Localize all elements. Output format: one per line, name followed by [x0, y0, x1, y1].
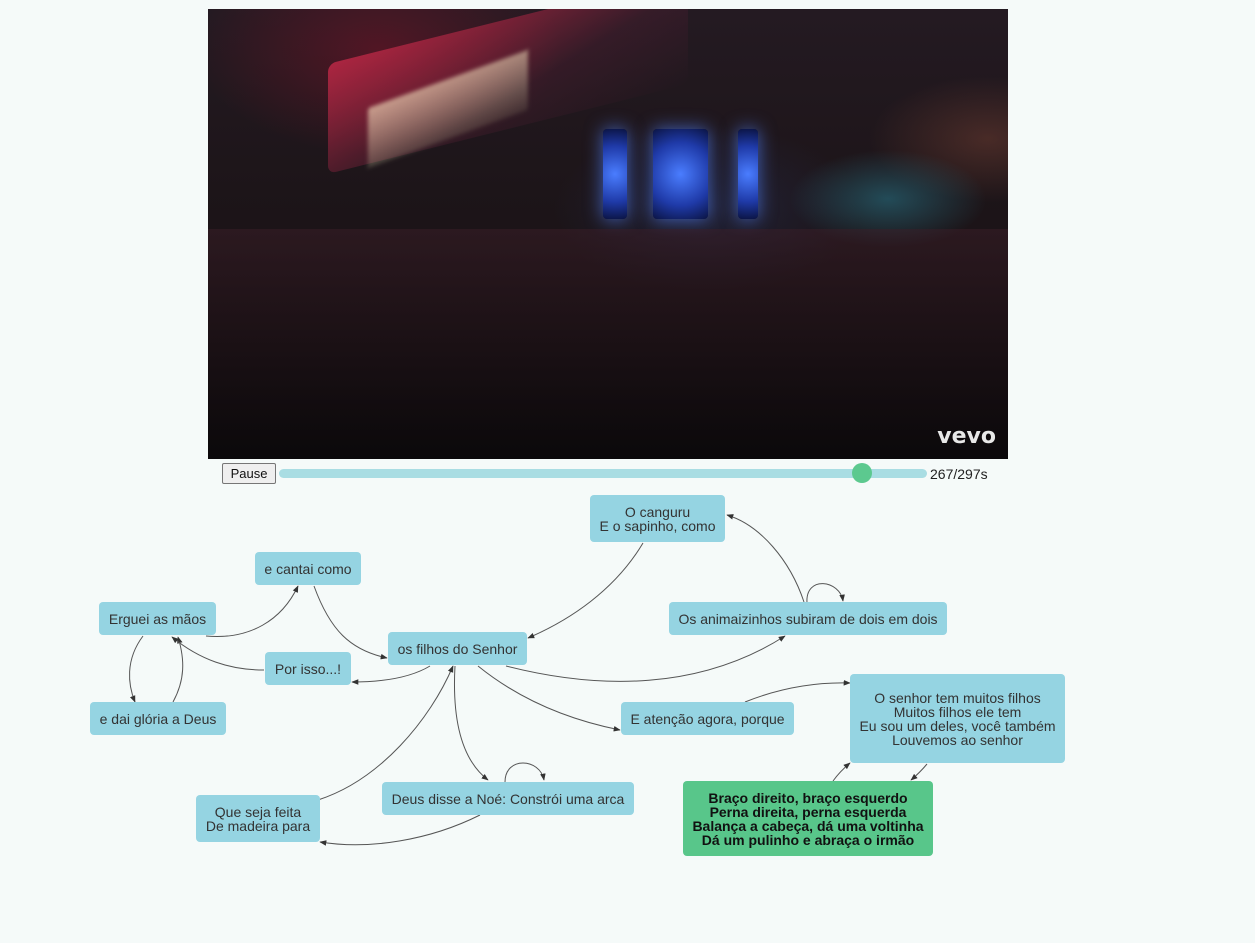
lyric-line: Os animaizinhos subiram de dois em dois	[678, 610, 938, 627]
lyric-line: E o sapinho, como	[599, 517, 716, 534]
graph-edge	[205, 585, 299, 638]
lyric-line: E atenção agora, porque	[630, 710, 785, 727]
lyric-line: Balança a cabeça, dá uma voltinha	[692, 817, 924, 834]
lyric-line: De madeira para	[205, 817, 311, 834]
lyric-node-current[interactable]: Braço direito, braço esquerdo Perna direi…	[683, 781, 933, 856]
lyric-line: e cantai como	[264, 560, 352, 577]
lyric-node[interactable]: Os animaizinhos subiram de dois em dois	[669, 602, 947, 635]
lyric-node[interactable]: O senhor tem muitos filhos Muitos filhos …	[850, 674, 1065, 763]
lyric-line: O senhor tem muitos filhos	[874, 689, 1041, 706]
lyric-node[interactable]: Por isso...!	[265, 652, 351, 685]
lyric-node[interactable]: Que seja feita De madeira para	[196, 795, 320, 842]
lyric-node[interactable]: os filhos do Senhor	[388, 632, 527, 665]
lyrics-player: vevo Pause 267/297s Erguei as mãos e cant…	[0, 0, 1255, 943]
graph-edge	[171, 636, 265, 671]
lyric-line: Perna direita, perna esquerda	[709, 803, 907, 820]
graph-edge	[744, 680, 851, 703]
graph-edge	[317, 665, 454, 801]
lyric-line: Por isso...!	[274, 660, 342, 677]
lyric-node[interactable]: Deus disse a Noé: Constrói uma arca	[382, 782, 634, 815]
lyric-node[interactable]: Erguei as mãos	[99, 602, 216, 635]
graph-edge	[351, 665, 431, 685]
lyric-line: os filhos do Senhor	[397, 640, 518, 657]
lyric-line: Erguei as mãos	[108, 610, 207, 627]
lyric-line: Louvemos ao senhor	[892, 731, 1023, 748]
lyric-node[interactable]: e dai glória a Deus	[90, 702, 226, 735]
graph-edge	[319, 814, 481, 846]
lyric-node[interactable]: E atenção agora, porque	[621, 702, 794, 735]
graph-edge	[313, 585, 388, 660]
lyric-node[interactable]: e cantai como	[255, 552, 361, 585]
graph-edge	[527, 542, 644, 639]
lyric-line: O canguru	[624, 503, 691, 520]
graph-edge	[504, 762, 546, 783]
graph-edge	[454, 665, 489, 781]
graph-edge	[806, 583, 845, 604]
graph-edge	[129, 635, 144, 703]
graph-edge	[910, 763, 928, 781]
graph-edge	[172, 636, 184, 703]
lyric-node[interactable]: O canguru E o sapinho, como	[590, 495, 725, 542]
lyric-line: Deus disse a Noé: Constrói uma arca	[391, 790, 625, 807]
graph-edge	[832, 762, 851, 782]
graph-edge	[505, 635, 786, 682]
lyric-line: Braço direito, braço esquerdo	[708, 789, 908, 806]
lyric-line: Eu sou um deles, você também	[859, 717, 1056, 734]
lyric-line: e dai glória a Deus	[99, 710, 217, 727]
lyric-line: Dá um pulinho e abraça o irmão	[701, 831, 915, 848]
lyric-line: Que seja feita	[214, 803, 302, 820]
lyric-line: Muitos filhos ele tem	[893, 703, 1022, 720]
graph-edge	[726, 514, 805, 603]
